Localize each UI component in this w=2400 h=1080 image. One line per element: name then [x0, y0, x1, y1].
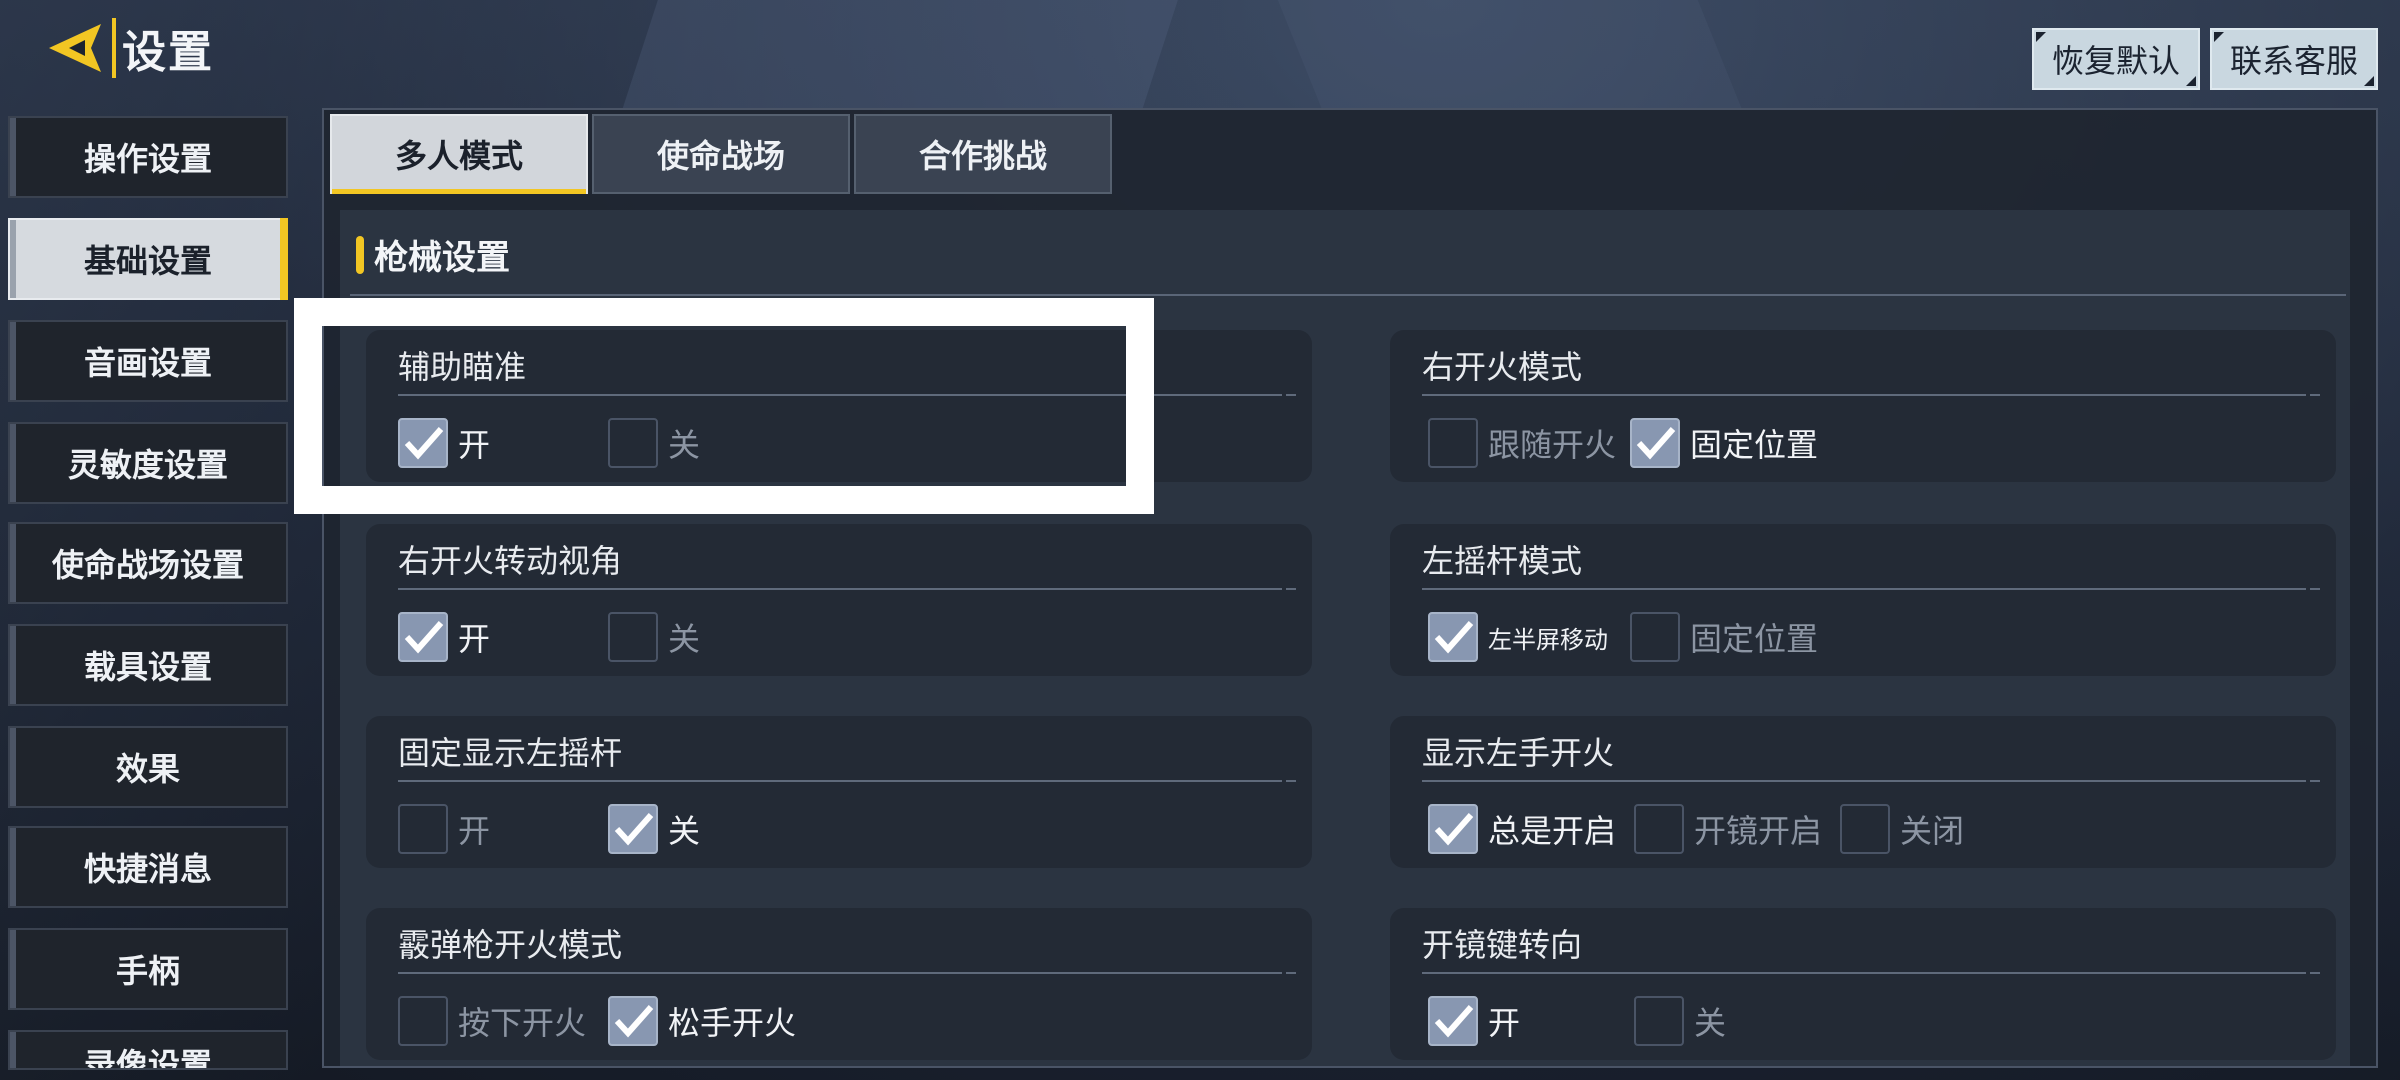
setting-divider — [398, 588, 1296, 590]
setting-divider — [1422, 780, 2320, 782]
checkbox-unchecked-icon[interactable] — [398, 804, 448, 854]
option-label: 开 — [1488, 1004, 1521, 1042]
option-label: 关闭 — [1900, 812, 1965, 850]
right-fire-rotate-on-option[interactable]: 开 — [398, 612, 490, 662]
setting-divider — [398, 972, 1296, 974]
option-label: 固定位置 — [1690, 426, 1819, 464]
checkbox-checked-icon[interactable] — [1428, 996, 1478, 1046]
option-label: 开镜开启 — [1694, 812, 1823, 850]
option-label: 开 — [458, 620, 491, 658]
setting-title: 开镜键转向 — [1422, 926, 1583, 964]
fixed-left-stick-on-option[interactable]: 开 — [398, 804, 490, 854]
title-divider — [112, 18, 116, 78]
checkbox-checked-icon[interactable] — [398, 612, 448, 662]
scope-turn-off-option[interactable]: 关 — [1634, 996, 1726, 1046]
section-divider — [350, 294, 2346, 296]
checkbox-unchecked-icon[interactable] — [1840, 804, 1890, 854]
checkbox-checked-icon[interactable] — [1428, 612, 1478, 662]
option-label: 关 — [1694, 1004, 1727, 1042]
right-fire-follow-option[interactable]: 跟随开火 — [1428, 418, 1616, 468]
sidebar-item-basic[interactable]: 基础设置 — [8, 218, 288, 300]
checkbox-checked-icon[interactable] — [608, 996, 658, 1046]
option-label: 跟随开火 — [1488, 426, 1617, 464]
setting-right-fire-mode: 右开火模式 跟随开火 固定位置 — [1390, 330, 2336, 482]
left-hand-fire-scope-option[interactable]: 开镜开启 — [1634, 804, 1822, 854]
setting-divider — [398, 780, 1296, 782]
sidebar-item-sensitivity[interactable]: 灵敏度设置 — [8, 422, 288, 504]
right-fire-fixed-option[interactable]: 固定位置 — [1630, 418, 1818, 468]
option-label: 关 — [668, 620, 701, 658]
setting-shotgun-fire-mode: 霰弹枪开火模式 按下开火 松手开火 — [366, 908, 1312, 1060]
checkbox-unchecked-icon[interactable] — [398, 996, 448, 1046]
background-shape — [622, 0, 1178, 110]
setting-title: 显示左手开火 — [1422, 734, 1615, 772]
back-arrow-icon — [40, 14, 110, 82]
sidebar-item-recording[interactable]: 录像设置 — [8, 1030, 288, 1070]
setting-title: 霰弹枪开火模式 — [398, 926, 623, 964]
setting-title: 固定显示左摇杆 — [398, 734, 623, 772]
option-label: 松手开火 — [668, 1004, 797, 1042]
fixed-left-stick-off-option[interactable]: 关 — [608, 804, 700, 854]
setting-title: 右开火转动视角 — [398, 542, 623, 580]
setting-divider — [1422, 588, 2320, 590]
tab-multiplayer[interactable]: 多人模式 — [330, 114, 588, 194]
tab-coop[interactable]: 合作挑战 — [854, 114, 1112, 194]
setting-fixed-left-stick: 固定显示左摇杆 开 关 — [366, 716, 1312, 868]
checkbox-unchecked-icon[interactable] — [1428, 418, 1478, 468]
option-label: 总是开启 — [1488, 812, 1617, 850]
option-label: 固定位置 — [1690, 620, 1819, 658]
section-title: 枪械设置 — [374, 238, 510, 278]
checkbox-checked-icon[interactable] — [1630, 418, 1680, 468]
setting-left-hand-fire: 显示左手开火 总是开启 开镜开启 关闭 — [1390, 716, 2336, 868]
left-stick-fixed-option[interactable]: 固定位置 — [1630, 612, 1818, 662]
sidebar-item-battle-royale[interactable]: 使命战场设置 — [8, 522, 288, 604]
section-marker — [356, 236, 364, 274]
sidebar-item-controls[interactable]: 操作设置 — [8, 116, 288, 198]
contact-support-button[interactable]: 联系客服 — [2210, 28, 2378, 90]
right-fire-rotate-off-option[interactable]: 关 — [608, 612, 700, 662]
sidebar-item-controller[interactable]: 手柄 — [8, 928, 288, 1010]
setting-title: 右开火模式 — [1422, 348, 1583, 386]
tab-battle-royale[interactable]: 使命战场 — [592, 114, 850, 194]
setting-right-fire-rotate: 右开火转动视角 开 关 — [366, 524, 1312, 676]
setting-scope-turn: 开镜键转向 开 关 — [1390, 908, 2336, 1060]
restore-default-button[interactable]: 恢复默认 — [2032, 28, 2200, 90]
sidebar-item-effects[interactable]: 效果 — [8, 726, 288, 808]
checkbox-unchecked-icon[interactable] — [1634, 996, 1684, 1046]
back-button[interactable]: 设置 — [40, 14, 214, 82]
setting-divider — [1422, 394, 2320, 396]
option-label: 关 — [668, 812, 701, 850]
sidebar-item-vehicle[interactable]: 载具设置 — [8, 624, 288, 706]
checkbox-unchecked-icon[interactable] — [1630, 612, 1680, 662]
left-hand-fire-off-option[interactable]: 关闭 — [1840, 804, 1964, 854]
option-label: 按下开火 — [458, 1004, 587, 1042]
background-shape — [1277, 0, 1743, 110]
shotgun-release-fire-option[interactable]: 松手开火 — [608, 996, 796, 1046]
page-title: 设置 — [122, 27, 214, 78]
setting-left-stick-mode: 左摇杆模式 左半屏移动 固定位置 — [1390, 524, 2336, 676]
sidebar-item-quick-chat[interactable]: 快捷消息 — [8, 826, 288, 908]
sidebar-item-audio-video[interactable]: 音画设置 — [8, 320, 288, 402]
left-stick-half-screen-option[interactable]: 左半屏移动 — [1428, 612, 1608, 662]
shotgun-press-fire-option[interactable]: 按下开火 — [398, 996, 586, 1046]
option-label: 左半屏移动 — [1488, 625, 1608, 654]
checkbox-unchecked-icon[interactable] — [608, 612, 658, 662]
setting-divider — [1422, 972, 2320, 974]
highlight-box — [294, 298, 1154, 514]
checkbox-unchecked-icon[interactable] — [1634, 804, 1684, 854]
checkbox-checked-icon[interactable] — [608, 804, 658, 854]
scope-turn-on-option[interactable]: 开 — [1428, 996, 1520, 1046]
left-hand-fire-always-option[interactable]: 总是开启 — [1428, 804, 1616, 854]
checkbox-checked-icon[interactable] — [1428, 804, 1478, 854]
option-label: 开 — [458, 812, 491, 850]
setting-title: 左摇杆模式 — [1422, 542, 1583, 580]
